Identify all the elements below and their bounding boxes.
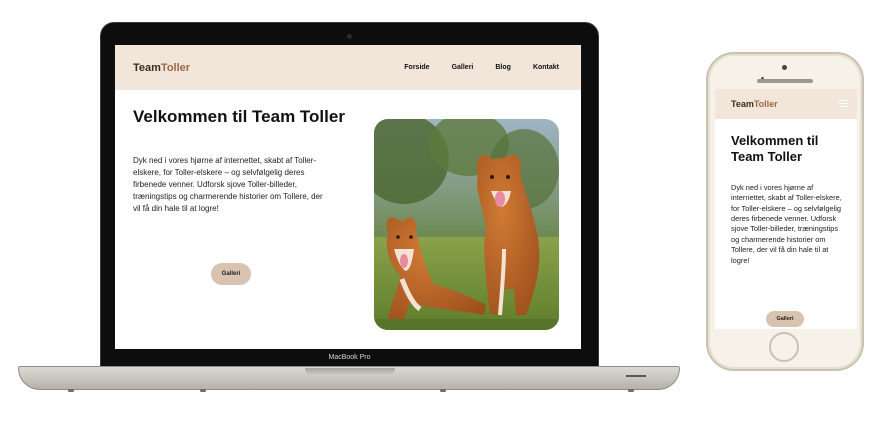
phone-screen: TeamToller Velkommen til Team Toller Dyk… [715,89,857,329]
desktop-hero-title: Velkommen til Team Toller [133,107,345,126]
logo-toller-text: Toller [160,62,191,74]
mobile-hero-text: Dyk ned i vores hjørne af internettet, s… [731,183,842,265]
logo-toller-text: Toller [753,99,778,109]
laptop-base-notch [305,368,395,375]
logo-team-text: Team [731,99,754,109]
mobile-navbar: TeamToller [715,89,857,119]
laptop-model-label: MacBook Pro [328,354,371,361]
nav-link-kontakt[interactable]: Kontakt [533,64,559,71]
nav-link-forside[interactable]: Forside [404,64,429,71]
desktop-gallery-button[interactable]: Galleri [211,263,251,285]
laptop-led [626,375,646,377]
laptop-foot [68,389,74,392]
laptop-camera [347,34,352,39]
desktop-hero-text: Dyk ned i vores hjørne af internettet, s… [133,156,323,213]
dogs-illustration [374,119,559,330]
device-mockup-scene: TeamToller Forside Galleri Blog Kontakt … [0,0,880,421]
hamburger-icon[interactable] [839,100,848,107]
phone-home-button[interactable] [769,332,799,362]
phone-earpiece [757,79,813,83]
laptop-foot [440,389,446,392]
logo-team-text: Team [133,62,161,74]
mobile-gallery-button[interactable]: Galleri [766,311,804,327]
laptop-screen: TeamToller Forside Galleri Blog Kontakt … [115,45,581,349]
desktop-navbar: TeamToller Forside Galleri Blog Kontakt [115,45,581,90]
laptop-foot [628,389,634,392]
mobile-logo[interactable]: TeamToller [731,99,778,109]
laptop-foot [200,389,206,392]
mobile-hero-title: Velkommen til Team Toller [731,133,819,165]
desktop-logo[interactable]: TeamToller [133,62,190,74]
nav-link-blog[interactable]: Blog [495,64,511,71]
desktop-nav-links: Forside Galleri Blog Kontakt [404,64,559,71]
nav-link-galleri[interactable]: Galleri [452,64,474,71]
phone-front-camera [782,65,787,70]
dogs-photo [374,119,559,330]
